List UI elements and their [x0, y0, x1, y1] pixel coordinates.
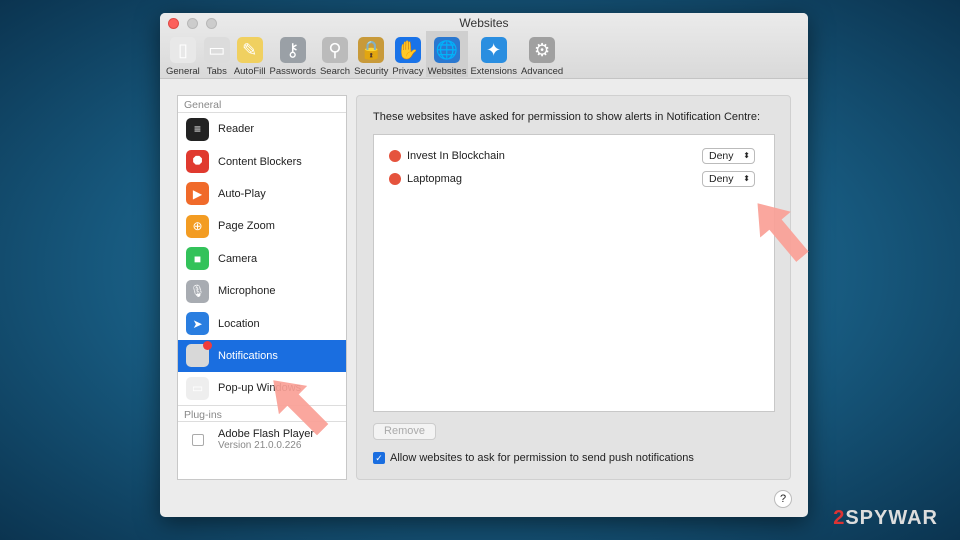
tab-tabs[interactable]: ▭ Tabs: [202, 31, 232, 77]
permission-select[interactable]: Deny ⬍: [702, 147, 755, 164]
website-icon: [389, 172, 401, 185]
plugin-checkbox[interactable]: [192, 433, 204, 446]
remove-button[interactable]: Remove: [373, 423, 436, 440]
updown-chevron-icon: ⬍: [743, 173, 750, 183]
tab-passwords[interactable]: ⚷ Passwords: [268, 31, 318, 77]
watermark-logo: 2SPYWAR: [833, 507, 938, 529]
tab-general[interactable]: ▯ General: [164, 31, 202, 77]
reader-icon: ≡: [186, 117, 209, 141]
tab-extensions[interactable]: ✦ Extensions: [468, 31, 518, 77]
main-panel: These websites have asked for permission…: [356, 95, 791, 480]
hand-icon: ✋: [394, 37, 421, 63]
compass-puzzle-icon: ✦: [480, 37, 507, 63]
sidebar-item-auto-play[interactable]: ▶ Auto-Play: [178, 178, 346, 210]
plugin-version: Version 21.0.0.226: [218, 439, 302, 451]
allow-push-checkbox[interactable]: ✓ Allow websites to ask for permission to…: [373, 452, 694, 464]
plugin-name: Adobe Flash Player: [218, 427, 314, 440]
general-switch-icon: ▯: [169, 37, 196, 63]
updown-chevron-icon: ⬍: [743, 150, 750, 160]
tabs-icon: ▭: [203, 37, 230, 63]
pencil-icon: ✎: [236, 37, 263, 63]
website-row[interactable]: Invest In Blockchain Deny ⬍: [374, 144, 774, 167]
notifications-icon: [186, 341, 212, 368]
camera-icon: ■: [186, 247, 209, 271]
toolbar: Websites ▯ General ▭ Tabs ✎ AutoFill ⚷ Password…: [160, 13, 808, 79]
sidebar-item-content-blockers[interactable]: ⯃ Content Blockers: [178, 145, 346, 177]
help-button[interactable]: ?: [774, 490, 792, 508]
sidebar-item-microphone[interactable]: 🎙 Microphone: [178, 275, 346, 307]
lock-icon: 🔒: [358, 37, 385, 63]
sidebar-item-location[interactable]: ➤ Location: [178, 307, 346, 339]
sidebar-item-reader[interactable]: ≡ Reader: [178, 113, 346, 145]
popup-windows-icon: ▭: [186, 376, 209, 400]
key-icon: ⚷: [279, 37, 306, 63]
tab-search[interactable]: ⚲ Search: [318, 31, 352, 77]
websites-list: Invest In Blockchain Deny ⬍ Laptopmag Deny ⬍: [373, 134, 775, 412]
website-icon: [389, 149, 401, 162]
tab-security[interactable]: 🔒 Security: [352, 31, 390, 77]
allow-label: Allow websites to ask for permission to …: [390, 452, 694, 464]
sidebar-item-page-zoom[interactable]: ⊕ Page Zoom: [178, 210, 346, 242]
website-row[interactable]: Laptopmag Deny ⬍: [374, 167, 774, 190]
tab-advanced[interactable]: ⚙ Advanced: [519, 31, 565, 77]
sidebar-header-general: General: [178, 96, 346, 113]
location-arrow-icon: ➤: [186, 312, 209, 336]
gear-icon: ⚙: [529, 37, 556, 63]
sidebar-item-pop-up-windows[interactable]: ▭ Pop-up Windows: [178, 372, 346, 404]
description: These websites have asked for permission…: [373, 111, 761, 123]
tab-websites[interactable]: 🌐 Websites: [425, 31, 469, 77]
checkmark-icon[interactable]: ✓: [373, 452, 385, 464]
play-icon: ▶: [186, 182, 209, 206]
sidebar-item-notifications[interactable]: Notifications: [178, 339, 346, 373]
tab-autofill[interactable]: ✎ AutoFill: [232, 31, 268, 77]
preferences-window: Websites ▯ General ▭ Tabs ✎ AutoFill ⚷ Password…: [160, 13, 808, 517]
window-title: Websites: [459, 16, 509, 30]
magnifier-icon: ⚲: [322, 37, 349, 63]
zoom-icon: ⊕: [186, 214, 209, 238]
permission-select[interactable]: Deny ⬍: [702, 170, 755, 187]
tab-privacy[interactable]: ✋ Privacy: [390, 31, 425, 77]
globe-icon: 🌐: [434, 37, 461, 63]
sidebar-item-camera[interactable]: ■ Camera: [178, 243, 346, 275]
microphone-icon: 🎙: [186, 279, 209, 303]
stop-sign-icon: ⯃: [186, 150, 209, 174]
